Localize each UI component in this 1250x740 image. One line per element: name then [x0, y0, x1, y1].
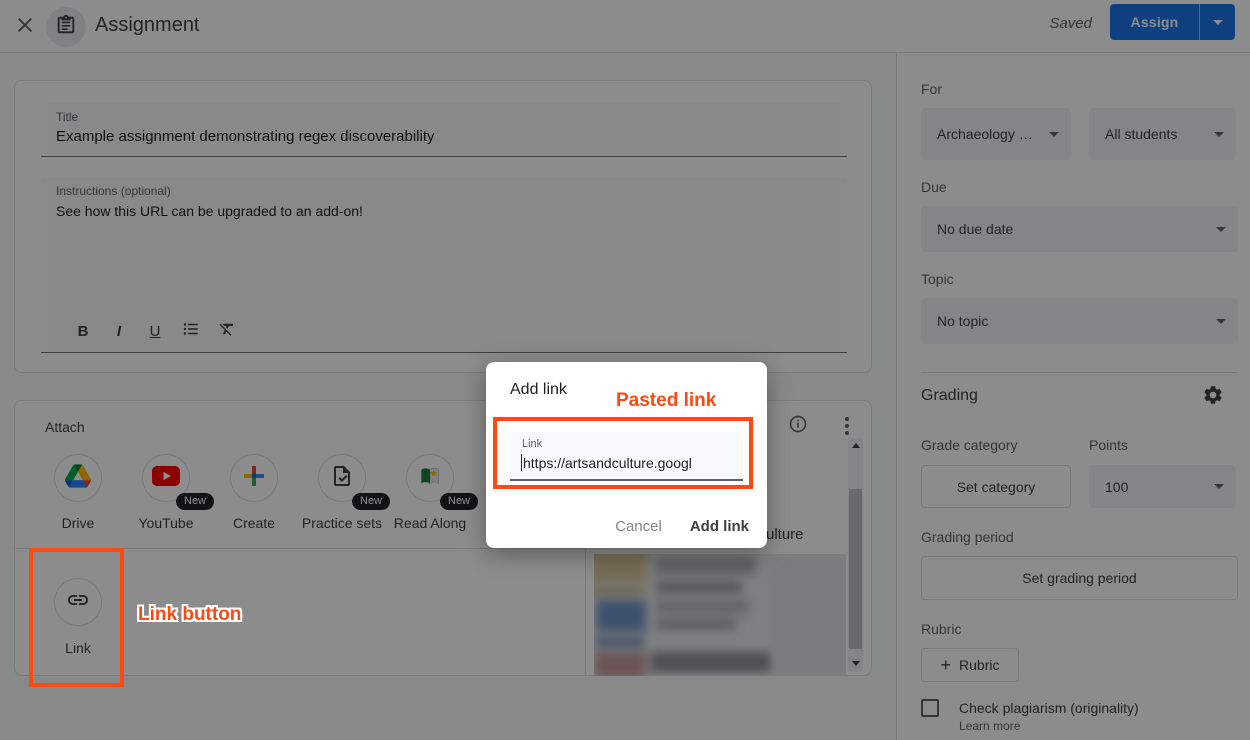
link-input-text: https://artsandculture.googl [523, 455, 692, 471]
link-input[interactable]: Link https://artsandculture.googl [510, 432, 743, 481]
add-link-confirm-button[interactable]: Add link [690, 518, 749, 535]
link-input-value: https://artsandculture.googl [521, 454, 692, 471]
dialog-title: Add link [510, 381, 567, 399]
dialog-actions: Cancel Add link [615, 518, 749, 535]
cancel-button[interactable]: Cancel [615, 518, 662, 535]
add-link-dialog: Add link Link https://artsandculture.goo… [486, 362, 767, 548]
link-input-label: Link [522, 438, 542, 450]
assignment-editor-window: Assignment Saved Assign Title Example as… [0, 0, 1250, 740]
text-cursor [521, 454, 522, 471]
